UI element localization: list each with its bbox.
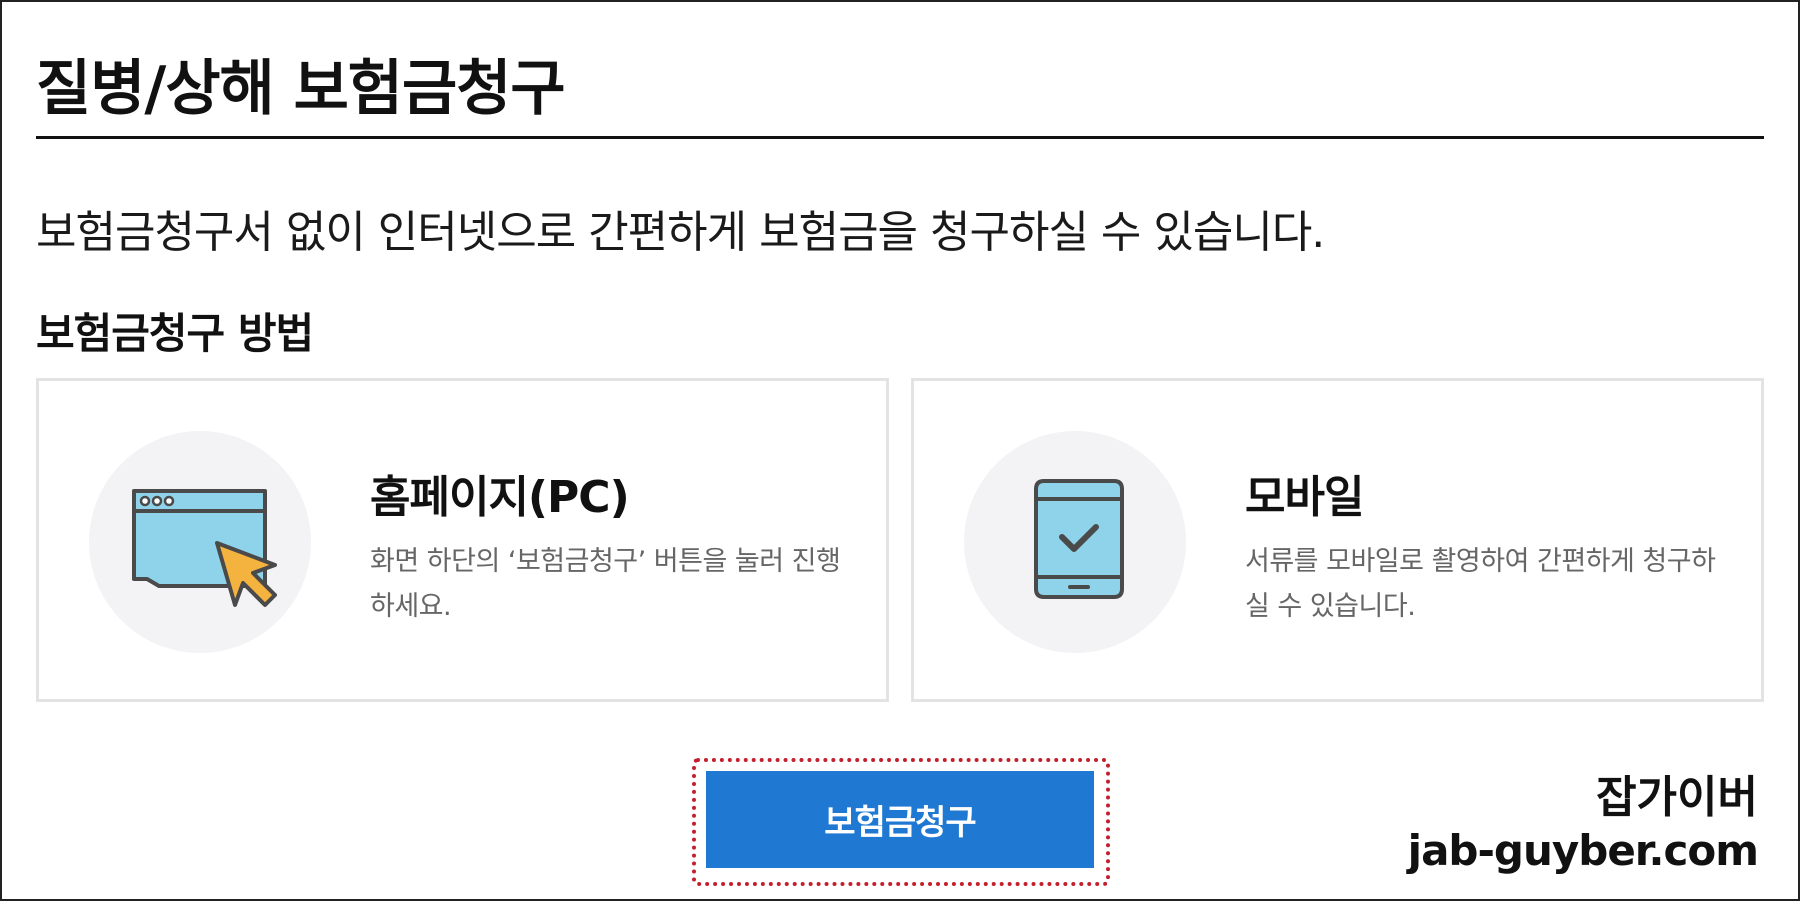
page-frame: 질병/상해 보험금청구 보험금청구서 없이 인터넷으로 간편하게 보험금을 청구… xyxy=(0,0,1800,901)
mobile-phone-check-icon xyxy=(964,431,1186,653)
watermark: 잡가이버 jab-guyber.com xyxy=(1407,772,1759,878)
intro-text: 보험금청구서 없이 인터넷으로 간편하게 보험금을 청구하실 수 있습니다. xyxy=(36,207,1325,258)
card-description-mobile: 서류를 모바일로 촬영하여 간편하게 청구하실 수 있습니다. xyxy=(1245,546,1716,622)
card-title-mobile: 모바일 xyxy=(1245,472,1364,523)
watermark-url: jab-guyber.com xyxy=(1407,826,1759,875)
card-description-pc: 화면 하단의 ‘보험금청구’ 버튼을 눌러 진행하세요. xyxy=(370,546,841,622)
card-title-pc: 홈페이지(PC) xyxy=(370,472,630,523)
title-divider xyxy=(36,136,1764,139)
browser-window-cursor-icon xyxy=(89,431,311,653)
page-title: 질병/상해 보험금청구 xyxy=(36,54,566,124)
method-card-pc: 홈페이지(PC) 화면 하단의 ‘보험금청구’ 버튼을 눌러 진행하세요. xyxy=(36,378,889,702)
watermark-name: 잡가이버 xyxy=(1596,772,1758,823)
method-card-mobile: 모바일 서류를 모바일로 촬영하여 간편하게 청구하실 수 있습니다. xyxy=(911,378,1764,702)
section-title: 보험금청구 방법 xyxy=(36,309,314,358)
insurance-claim-button[interactable]: 보험금청구 xyxy=(706,771,1094,868)
